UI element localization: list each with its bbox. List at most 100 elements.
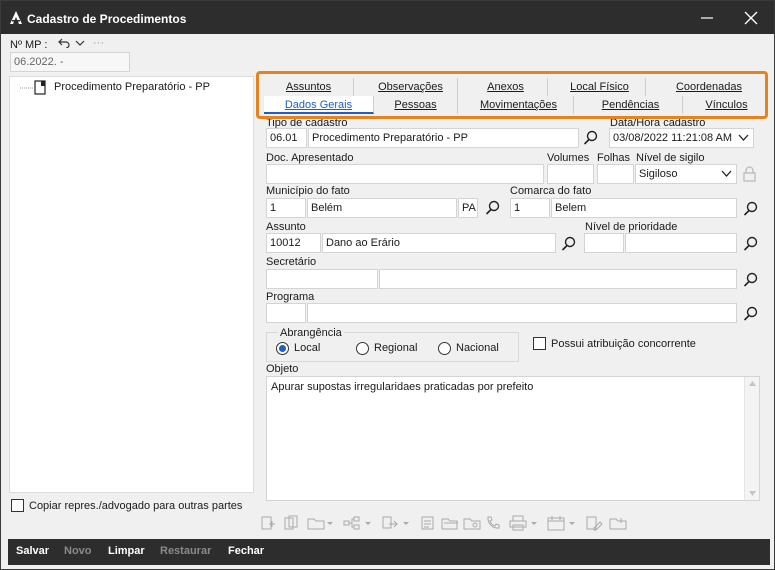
- municipio-field[interactable]: Belém: [307, 198, 457, 218]
- tipo-cadastro-label: Tipo de cadastro: [266, 119, 348, 128]
- copy-representative-checkbox[interactable]: [11, 499, 24, 512]
- volumes-field[interactable]: [547, 164, 594, 184]
- tab-pessoas[interactable]: Pessoas: [374, 96, 458, 114]
- doc-apresentado-field[interactable]: [266, 164, 544, 184]
- tab-coordenadas[interactable]: Coordenadas: [654, 78, 764, 96]
- folhas-field[interactable]: [597, 164, 634, 184]
- add-document-icon[interactable]: [259, 515, 277, 531]
- tab-anexos[interactable]: Anexos: [464, 78, 548, 96]
- printer-icon[interactable]: [509, 515, 527, 531]
- abrangencia-label: Abrangência: [278, 327, 344, 339]
- chevron-down-icon[interactable]: [401, 515, 411, 531]
- objeto-label: Objeto: [266, 363, 299, 375]
- copy-representative-label: Copiar repres./advogado para outras part…: [29, 500, 243, 512]
- close-button[interactable]: [737, 7, 765, 29]
- prioridade-field[interactable]: [625, 233, 737, 253]
- abrangencia-regional-radio[interactable]: [356, 342, 369, 355]
- objeto-scrollbar[interactable]: [744, 377, 759, 500]
- tipo-cadastro-field[interactable]: Procedimento Preparatório - PP: [308, 128, 579, 148]
- municipio-code-field[interactable]: 1: [266, 198, 306, 218]
- assunto-label: Assunto: [266, 221, 306, 233]
- new-button[interactable]: Novo: [64, 545, 92, 557]
- search-icon[interactable]: [561, 236, 577, 252]
- transfer-icon[interactable]: [381, 515, 399, 531]
- assunto-code-field[interactable]: 10012: [266, 233, 321, 253]
- search-icon[interactable]: [743, 306, 759, 322]
- search-icon[interactable]: [485, 200, 501, 216]
- tree-connector: [20, 80, 46, 95]
- nivel-sigilo-select[interactable]: Sigiloso: [635, 164, 737, 184]
- chevron-down-icon[interactable]: [75, 39, 85, 47]
- scroll-down-icon[interactable]: [749, 491, 756, 496]
- data-hora-label: Data/Hora cadastro: [610, 119, 706, 128]
- tipo-cadastro-code-field[interactable]: 06.01: [266, 128, 307, 148]
- prioridade-code-field[interactable]: [584, 233, 624, 253]
- tab-pendencias[interactable]: Pendências: [579, 96, 683, 114]
- clear-button[interactable]: Limpar: [108, 545, 145, 557]
- abrangencia-local-label: Local: [294, 342, 321, 354]
- programa-field[interactable]: [307, 303, 737, 323]
- archive-folder-icon[interactable]: [609, 515, 627, 531]
- close-form-button[interactable]: Fechar: [228, 545, 264, 557]
- data-hora-field[interactable]: 03/08/2022 11:21:08 AM: [609, 128, 754, 148]
- tab-assuntos[interactable]: Assuntos: [264, 78, 354, 96]
- copy-document-icon[interactable]: [283, 515, 301, 531]
- more-options-icon[interactable]: ···: [93, 37, 104, 49]
- municipio-uf-field[interactable]: PA: [458, 198, 478, 218]
- abrangencia-local-radio[interactable]: [276, 342, 289, 355]
- image-folder-icon[interactable]: [463, 515, 481, 531]
- comarca-code-field[interactable]: 1: [510, 198, 550, 218]
- atribuicao-concorrente-checkbox[interactable]: [533, 337, 546, 350]
- chevron-down-icon[interactable]: [325, 515, 335, 531]
- chevron-down-icon: [738, 134, 749, 141]
- search-icon[interactable]: [743, 272, 759, 288]
- atribuicao-concorrente-label: Possui atribuição concorrente: [551, 338, 696, 350]
- tab-observacoes[interactable]: Observações: [364, 78, 458, 96]
- tab-dados-gerais[interactable]: Dados Gerais: [264, 96, 374, 114]
- abrangencia-regional-label: Regional: [374, 342, 418, 354]
- chevron-down-icon[interactable]: [567, 515, 577, 531]
- search-icon[interactable]: [743, 236, 759, 252]
- action-toolbar: [259, 515, 639, 533]
- abrangencia-nacional-radio[interactable]: [438, 342, 451, 355]
- minimize-button[interactable]: [693, 7, 721, 29]
- objeto-text: Apurar supostas irregularidaes praticada…: [271, 381, 534, 393]
- folder-icon[interactable]: [307, 515, 325, 531]
- restore-button[interactable]: Restaurar: [160, 545, 211, 557]
- programa-label: Programa: [266, 291, 315, 303]
- close-icon: [744, 11, 758, 25]
- objeto-textarea[interactable]: Apurar supostas irregularidaes praticada…: [266, 376, 760, 501]
- save-button[interactable]: Salvar: [16, 545, 49, 557]
- secretario-code-field[interactable]: [266, 269, 378, 289]
- tree-item-procedure[interactable]: Procedimento Preparatório - PP: [54, 81, 210, 93]
- hierarchy-icon[interactable]: [343, 515, 361, 531]
- window-title: Cadastro de Procedimentos: [27, 12, 187, 26]
- comarca-label: Comarca do fato: [510, 185, 592, 197]
- mp-number-field[interactable]: 06.2022. -: [10, 52, 130, 72]
- tab-vinculos[interactable]: Vínculos: [689, 96, 764, 114]
- nivel-sigilo-value: Sigiloso: [639, 168, 678, 180]
- chevron-down-icon[interactable]: [529, 515, 539, 531]
- edit-document-icon[interactable]: [585, 515, 603, 531]
- undo-icon[interactable]: [58, 38, 70, 48]
- document-list-icon[interactable]: [419, 515, 437, 531]
- secretario-field[interactable]: [379, 269, 737, 289]
- bottom-action-bar: Salvar Novo Limpar Restaurar Fechar: [8, 539, 770, 565]
- programa-code-field[interactable]: [266, 303, 306, 323]
- scroll-up-icon[interactable]: [749, 381, 756, 386]
- comarca-field[interactable]: Belem: [551, 198, 737, 218]
- assunto-field[interactable]: Dano ao Erário: [322, 233, 556, 253]
- procedure-tree[interactable]: Procedimento Preparatório - PP: [9, 76, 254, 493]
- procedure-window: Cadastro de Procedimentos Nº MP : ··· 06…: [0, 0, 775, 570]
- tab-movimentacoes[interactable]: Movimentações: [464, 96, 574, 114]
- phone-icon[interactable]: [485, 515, 503, 531]
- volumes-label: Volumes: [547, 152, 590, 164]
- search-icon[interactable]: [743, 201, 759, 217]
- search-icon[interactable]: [583, 130, 599, 146]
- open-folder-icon[interactable]: [441, 515, 459, 531]
- chevron-down-icon[interactable]: [363, 515, 373, 531]
- calendar-icon[interactable]: [547, 515, 565, 531]
- lock-icon: [743, 166, 756, 182]
- tab-local-fisico[interactable]: Local Físico: [554, 78, 646, 96]
- nivel-sigilo-label: Nível de sigilo: [636, 152, 705, 164]
